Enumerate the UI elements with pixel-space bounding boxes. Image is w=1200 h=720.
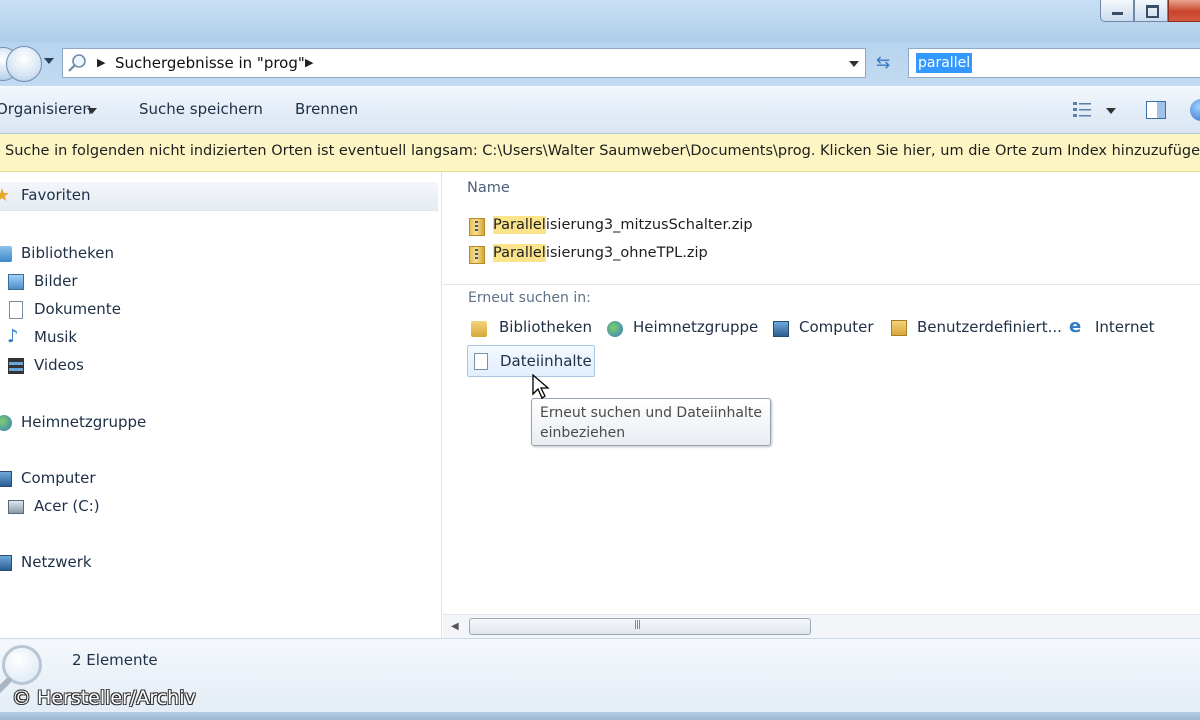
- organize-button[interactable]: Organisieren: [0, 100, 92, 118]
- nav-item-videos[interactable]: Videos: [0, 354, 438, 378]
- libraries-icon: [471, 321, 487, 337]
- nav-item-pictures[interactable]: Bilder: [0, 270, 438, 294]
- magnifier-handle-icon: [0, 676, 13, 696]
- nav-item-label: Netzwerk: [21, 553, 92, 571]
- tooltip: Erneut suchen und Dateiinhalte einbezieh…: [531, 398, 771, 446]
- recent-pages-dropdown-icon[interactable]: [44, 58, 54, 64]
- navigation-bar: ▶ Suchergebnisse in "prog" ▶ ⇆ parallel: [0, 42, 1200, 86]
- chevron-right-icon[interactable]: ▶: [97, 56, 105, 69]
- nav-item-computer[interactable]: Computer: [0, 467, 438, 491]
- breadcrumb[interactable]: Suchergebnisse in "prog": [115, 54, 305, 72]
- file-name: Parallelisierung3_mitzusSchalter.zip: [493, 216, 753, 234]
- music-icon: ♪: [7, 326, 19, 347]
- document-icon: [9, 301, 23, 319]
- search-again-homegroup[interactable]: Heimnetzgruppe: [607, 318, 758, 337]
- nav-item-documents[interactable]: Dokumente: [0, 298, 438, 322]
- nav-item-label: Computer: [21, 469, 96, 487]
- search-again-custom[interactable]: Benutzerdefiniert...: [891, 318, 1062, 336]
- list-item[interactable]: Parallelisierung3_ohneTPL.zip: [469, 244, 809, 266]
- videos-icon: [8, 358, 24, 374]
- search-again-label: Erneut suchen in:: [468, 290, 591, 306]
- file-contents-button[interactable]: Dateiinhalte: [467, 345, 595, 377]
- minimize-button[interactable]: [1100, 0, 1134, 22]
- scroll-left-icon[interactable]: ◀: [451, 621, 459, 632]
- nav-item-label: Favoriten: [21, 186, 91, 204]
- divider: [443, 284, 1200, 285]
- column-header-name[interactable]: Name: [467, 180, 510, 196]
- file-list: Name Parallelisierung3_mitzusSchalter.zi…: [443, 172, 1200, 638]
- internet-explorer-icon: e: [1069, 316, 1082, 337]
- chevron-right-icon[interactable]: ▶: [305, 56, 313, 69]
- navigation-pane: ★ Favoriten Bibliotheken Bilder Dokument…: [0, 172, 442, 638]
- search-again-libraries[interactable]: Bibliotheken: [471, 318, 592, 337]
- address-bar[interactable]: ▶ Suchergebnisse in "prog" ▶: [62, 48, 866, 78]
- forward-button[interactable]: [6, 46, 42, 82]
- star-icon: ★: [0, 185, 11, 206]
- search-highlight: Parallel: [493, 244, 546, 262]
- close-button[interactable]: [1168, 0, 1200, 22]
- pictures-icon: [8, 274, 24, 290]
- file-name: Parallelisierung3_ohneTPL.zip: [493, 244, 708, 262]
- copyright-watermark: © Hersteller/Archiv: [12, 687, 196, 709]
- libraries-icon: [0, 246, 12, 262]
- view-options-icon[interactable]: [1072, 100, 1092, 118]
- refresh-icon[interactable]: ⇆: [868, 50, 898, 76]
- network-icon: [0, 555, 12, 571]
- tooltip-text: Erneut suchen und Dateiinhalte einbezieh…: [540, 405, 762, 441]
- computer-icon: [773, 321, 789, 337]
- nav-item-label: Bibliotheken: [21, 244, 114, 262]
- nav-item-network[interactable]: Netzwerk: [0, 551, 438, 575]
- nav-item-label: Musik: [34, 328, 78, 346]
- search-input-value[interactable]: parallel: [916, 53, 973, 73]
- custom-folder-icon: [891, 320, 907, 336]
- chevron-down-icon[interactable]: [87, 108, 97, 114]
- list-item[interactable]: Parallelisierung3_mitzusSchalter.zip: [469, 216, 809, 238]
- nav-item-favorites[interactable]: ★ Favoriten: [0, 182, 438, 211]
- help-icon[interactable]: [1190, 99, 1200, 121]
- search-icon: [68, 54, 86, 72]
- status-bar: 2 Elemente © Hersteller/Archiv: [0, 638, 1200, 720]
- computer-icon: [0, 471, 12, 487]
- burn-button[interactable]: Brennen: [295, 100, 358, 118]
- nav-item-label: Bilder: [34, 272, 78, 290]
- command-bar: Organisieren Suche speichern Brennen: [0, 86, 1200, 134]
- document-search-icon: [474, 353, 488, 370]
- window-border: [0, 712, 1200, 720]
- nav-item-homegroup[interactable]: Heimnetzgruppe: [0, 411, 438, 435]
- search-highlight: Parallel: [493, 216, 546, 234]
- zip-folder-icon: [469, 246, 485, 264]
- horizontal-scrollbar[interactable]: ◀ |||: [443, 614, 1200, 638]
- search-again-computer[interactable]: Computer: [773, 318, 874, 337]
- chevron-down-icon[interactable]: [1106, 108, 1116, 114]
- info-bar[interactable]: Suche in folgenden nicht indizierten Ort…: [0, 134, 1200, 172]
- nav-item-drive-c[interactable]: Acer (C:): [0, 495, 438, 519]
- nav-item-label: Acer (C:): [34, 497, 100, 515]
- grip-icon: |||: [634, 620, 641, 630]
- nav-item-label: Heimnetzgruppe: [21, 413, 147, 431]
- item-count: 2 Elemente: [72, 651, 158, 669]
- homegroup-icon: [0, 415, 12, 431]
- search-input[interactable]: parallel: [908, 48, 1200, 78]
- zip-folder-icon: [469, 218, 485, 236]
- scrollbar-thumb[interactable]: |||: [469, 618, 811, 635]
- file-contents-label: Dateiinhalte: [500, 352, 592, 370]
- nav-item-libraries[interactable]: Bibliotheken: [0, 242, 438, 266]
- maximize-button[interactable]: [1134, 0, 1168, 22]
- save-search-button[interactable]: Suche speichern: [139, 100, 263, 118]
- file-name-rest: isierung3_ohneTPL.zip: [545, 245, 708, 261]
- mouse-cursor-icon: [532, 374, 550, 399]
- info-bar-text[interactable]: Suche in folgenden nicht indizierten Ort…: [5, 143, 1200, 159]
- title-bar: [0, 0, 1200, 42]
- homegroup-icon: [607, 321, 623, 337]
- nav-item-music[interactable]: ♪ Musik: [0, 326, 438, 350]
- nav-item-label: Dokumente: [34, 300, 121, 318]
- search-again-internet[interactable]: e Internet: [1069, 316, 1155, 337]
- drive-icon: [8, 500, 24, 514]
- address-dropdown-icon[interactable]: [849, 61, 859, 67]
- file-name-rest: isierung3_mitzusSchalter.zip: [545, 217, 753, 233]
- preview-pane-icon[interactable]: [1146, 101, 1166, 119]
- nav-item-label: Videos: [34, 356, 84, 374]
